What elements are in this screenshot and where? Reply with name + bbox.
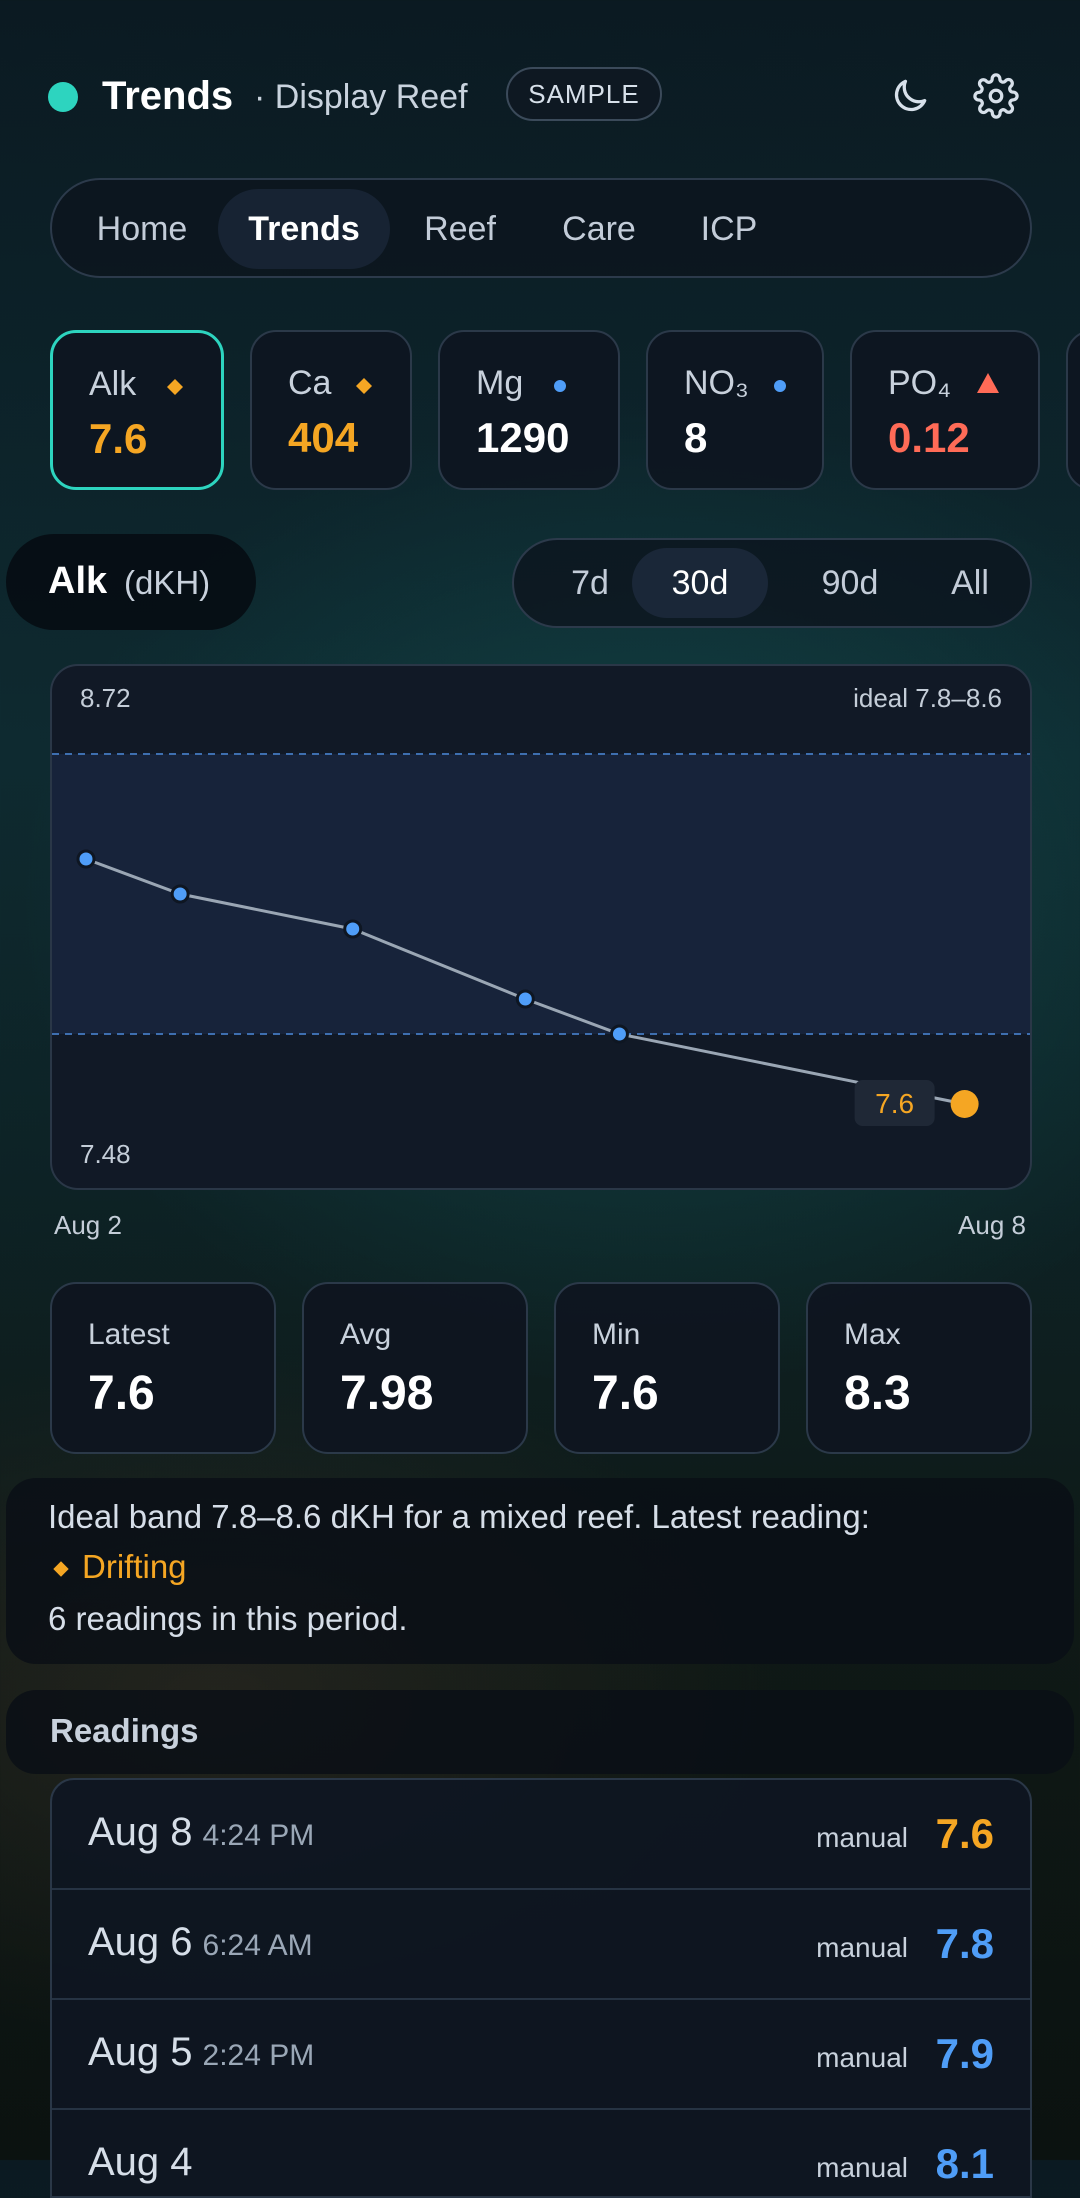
reading-date: Aug 5	[88, 2030, 193, 2074]
stat-label: Max	[844, 1318, 901, 1351]
tab-care[interactable]: Care	[536, 189, 662, 269]
data-point	[343, 919, 363, 939]
reading-row[interactable]: Aug 5 2:24 PM manual 7.9	[52, 2000, 1030, 2110]
dot-icon	[554, 380, 566, 392]
param-unit: (dKH)	[124, 564, 211, 601]
tank-name: · Display Reef	[254, 78, 468, 116]
diamond-icon	[356, 378, 372, 394]
param-card-mg[interactable]: Mg 1290	[438, 330, 620, 490]
stat-label: Min	[592, 1318, 641, 1351]
x-end-label: Aug 8	[958, 1210, 1026, 1240]
param-value: 1290	[476, 414, 570, 461]
reading-source: manual	[816, 2152, 908, 2183]
reading-value: 7.9	[935, 2030, 994, 2077]
reading-row[interactable]: Aug 8 4:24 PM manual 7.6	[52, 1780, 1030, 1890]
reading-source: manual	[816, 1822, 908, 1853]
diamond-icon	[53, 1561, 69, 1577]
reading-source: manual	[816, 2042, 908, 2073]
y-max-label: 8.72	[80, 683, 131, 713]
stat-value: 7.6	[88, 1367, 155, 1420]
ideal-band-note: Ideal band 7.8–8.6 dKH for a mixed reef.…	[6, 1478, 1074, 1664]
stat-value: 7.98	[340, 1367, 434, 1420]
sample-badge: SAMPLE	[506, 67, 662, 121]
tab-trends[interactable]: Trends	[218, 189, 390, 269]
reading-date: Aug 6	[88, 1920, 193, 1964]
note-text: Ideal band 7.8–8.6 dKH for a mixed reef.…	[48, 1498, 870, 1535]
x-start-label: Aug 2	[54, 1210, 122, 1240]
data-point	[609, 1024, 629, 1044]
range-all[interactable]: All	[922, 548, 1018, 618]
reading-time: 2:24 PM	[202, 2039, 315, 2072]
param-value: 7.6	[89, 415, 148, 462]
param-value: 0.12	[888, 414, 970, 461]
param-name: Alk	[48, 560, 108, 602]
reading-row[interactable]: Aug 6 6:24 AM manual 7.8	[52, 1890, 1030, 2000]
ideal-band	[52, 754, 1030, 1034]
tab-home[interactable]: Home	[70, 189, 214, 269]
trend-chart: 7.6 8.72 ideal 7.8–8.6 7.48	[50, 664, 1032, 1190]
tab-icp[interactable]: ICP	[678, 189, 780, 269]
range-30d[interactable]: 30d	[632, 548, 768, 618]
param-card-alk[interactable]: Alk 7.6	[50, 330, 224, 490]
readings-heading: Readings	[50, 1712, 199, 1749]
param-card-no3[interactable]: NO₃ 8	[646, 330, 824, 490]
tab-reef[interactable]: Reef	[404, 189, 516, 269]
reading-date: Aug 4	[88, 2140, 193, 2184]
param-label: PO₄	[888, 364, 952, 402]
reading-time: 4:24 PM	[202, 1819, 315, 1852]
param-label: NO₃	[684, 364, 749, 402]
gear-icon[interactable]	[968, 68, 1024, 124]
data-point	[76, 849, 96, 869]
stat-min: Min 7.6	[554, 1282, 780, 1454]
main-nav: Home Trends Reef Care ICP	[50, 178, 1032, 278]
reading-time: 6:24 AM	[202, 1929, 313, 1962]
reading-value: 7.8	[935, 1920, 994, 1967]
data-point	[515, 989, 535, 1009]
range-90d[interactable]: 90d	[788, 548, 912, 618]
stat-value: 8.3	[844, 1367, 911, 1420]
y-min-label: 7.48	[80, 1139, 131, 1169]
status-dot	[48, 82, 78, 112]
param-label: Ca	[288, 364, 332, 402]
stat-avg: Avg 7.98	[302, 1282, 528, 1454]
latest-point	[950, 1090, 979, 1118]
trend-chart-plot: 7.6 8.72 ideal 7.8–8.6 7.48	[52, 683, 1030, 1169]
drift-status: Drifting	[82, 1548, 187, 1585]
stat-max: Max 8.3	[806, 1282, 1032, 1454]
moon-icon[interactable]	[882, 68, 938, 124]
param-value: 404	[288, 414, 359, 461]
param-card-ca[interactable]: Ca 404	[250, 330, 412, 490]
selected-param-chip: Alk (dKH)	[6, 534, 256, 630]
stat-latest: Latest 7.6	[50, 1282, 276, 1454]
ideal-range-label: ideal 7.8–8.6	[853, 683, 1002, 713]
param-label: Alk	[89, 365, 137, 403]
dot-icon	[774, 380, 786, 392]
param-value: 8	[684, 414, 708, 461]
range-selector: 7d 30d 90d All	[512, 538, 1032, 628]
warning-triangle-icon	[977, 373, 999, 393]
reading-row[interactable]: Aug 4 manual 8.1	[52, 2110, 1030, 2196]
param-card-partial[interactable]	[1066, 330, 1080, 490]
stat-value: 7.6	[592, 1367, 659, 1420]
reading-date: Aug 8	[88, 1810, 193, 1854]
readings-header: Readings	[6, 1690, 1074, 1774]
stat-label: Latest	[88, 1318, 170, 1351]
stat-label: Avg	[340, 1318, 392, 1351]
param-label: Mg	[476, 364, 524, 402]
reading-value: 8.1	[935, 2140, 994, 2187]
page-title: Trends	[102, 74, 234, 118]
diamond-icon	[167, 379, 183, 395]
latest-value-label: 7.6	[875, 1088, 914, 1119]
reading-source: manual	[816, 1932, 908, 1963]
param-card-po4[interactable]: PO₄ 0.12	[850, 330, 1040, 490]
readings-list: Aug 8 4:24 PM manual 7.6 Aug 6 6:24 AM man…	[50, 1778, 1032, 2198]
range-7d[interactable]: 7d	[538, 548, 642, 618]
data-point	[170, 884, 190, 904]
reading-value: 7.6	[935, 1810, 994, 1857]
readings-count: 6 readings in this period.	[48, 1600, 408, 1637]
